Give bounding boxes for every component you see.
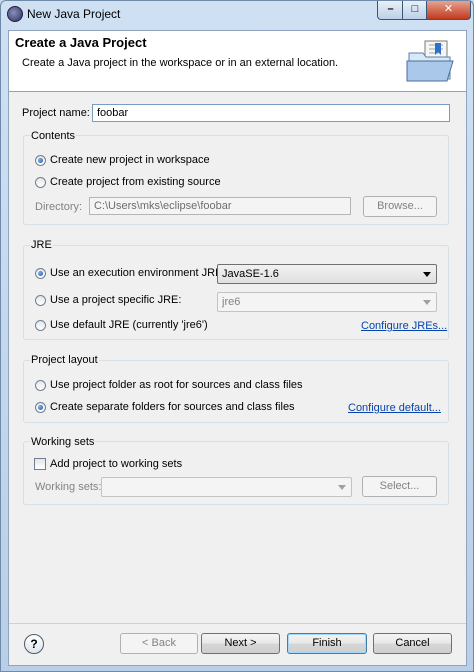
separate-folders-label: Create separate folders for sources and … [50,401,295,413]
radio-from-existing-source[interactable] [35,177,46,188]
select-working-sets-button[interactable]: Select... [362,476,437,497]
back-button[interactable]: < Back [120,633,198,654]
default-jre-label: Use default JRE (currently 'jre6') [50,319,208,331]
project-specific-jre-select[interactable]: jre6 [217,292,437,312]
radio-project-folder-as-root[interactable] [35,380,46,391]
working-sets-select[interactable] [101,477,352,497]
window-title: New Java Project [27,7,121,21]
execution-environment-select[interactable]: JavaSE-1.6 [217,264,437,284]
radio-new-in-workspace[interactable] [35,155,46,166]
project-layout-group-title: Project layout [30,354,99,366]
next-button[interactable]: Next > [201,633,280,654]
eclipse-icon [7,6,23,22]
add-to-working-sets-checkbox[interactable] [34,458,46,470]
project-specific-jre-label: Use a project specific JRE: [50,294,182,306]
project-folder-as-root-label: Use project folder as root for sources a… [50,379,303,391]
project-name-label: Project name: [22,107,90,119]
close-button[interactable]: ✕ [426,1,471,20]
directory-label: Directory: [35,201,83,213]
radio-default-jre[interactable] [35,320,46,331]
add-to-working-sets-label: Add project to working sets [50,458,183,470]
dialog-window: New Java Project – □ ✕ Create a Java Pro… [0,0,474,672]
from-existing-source-label: Create project from existing source [50,176,221,188]
working-sets-group-title: Working sets [30,436,96,448]
java-project-folder-icon [406,40,454,82]
project-specific-jre-value: jre6 [222,296,241,308]
execution-environment-value: JavaSE-1.6 [222,268,279,280]
radio-execution-environment[interactable] [35,268,46,279]
contents-group-title: Contents [30,130,77,142]
jre-group-title: JRE [30,239,53,251]
chevron-down-icon [423,272,431,277]
new-in-workspace-label: Create new project in workspace [50,154,210,166]
cancel-button[interactable]: Cancel [373,633,452,654]
radio-project-specific-jre[interactable] [35,295,46,306]
execution-environment-label: Use an execution environment JRE: [50,267,226,279]
wizard-banner: Create a Java Project Create a Java proj… [9,31,466,92]
working-sets-field-label: Working sets: [35,481,102,493]
configure-jres-link[interactable]: Configure JREs... [361,320,447,332]
chevron-down-icon [423,300,431,305]
project-name-input[interactable]: foobar [92,104,450,122]
chevron-down-icon [338,485,346,490]
directory-input[interactable]: C:\Users\mks\eclipse\foobar [89,197,351,215]
configure-default-link[interactable]: Configure default... [348,402,441,414]
minimize-button[interactable]: – [377,1,404,20]
radio-separate-folders[interactable] [35,402,46,413]
maximize-button[interactable]: □ [402,1,428,20]
help-icon[interactable]: ? [24,634,44,654]
banner-title: Create a Java Project [15,35,147,50]
footer-separator [9,623,466,624]
banner-description: Create a Java project in the workspace o… [22,57,339,69]
title-bar: New Java Project – □ ✕ [1,1,473,27]
browse-button[interactable]: Browse... [363,196,437,217]
finish-button[interactable]: Finish [287,633,367,654]
dialog-client-area: Create a Java Project Create a Java proj… [8,30,467,666]
